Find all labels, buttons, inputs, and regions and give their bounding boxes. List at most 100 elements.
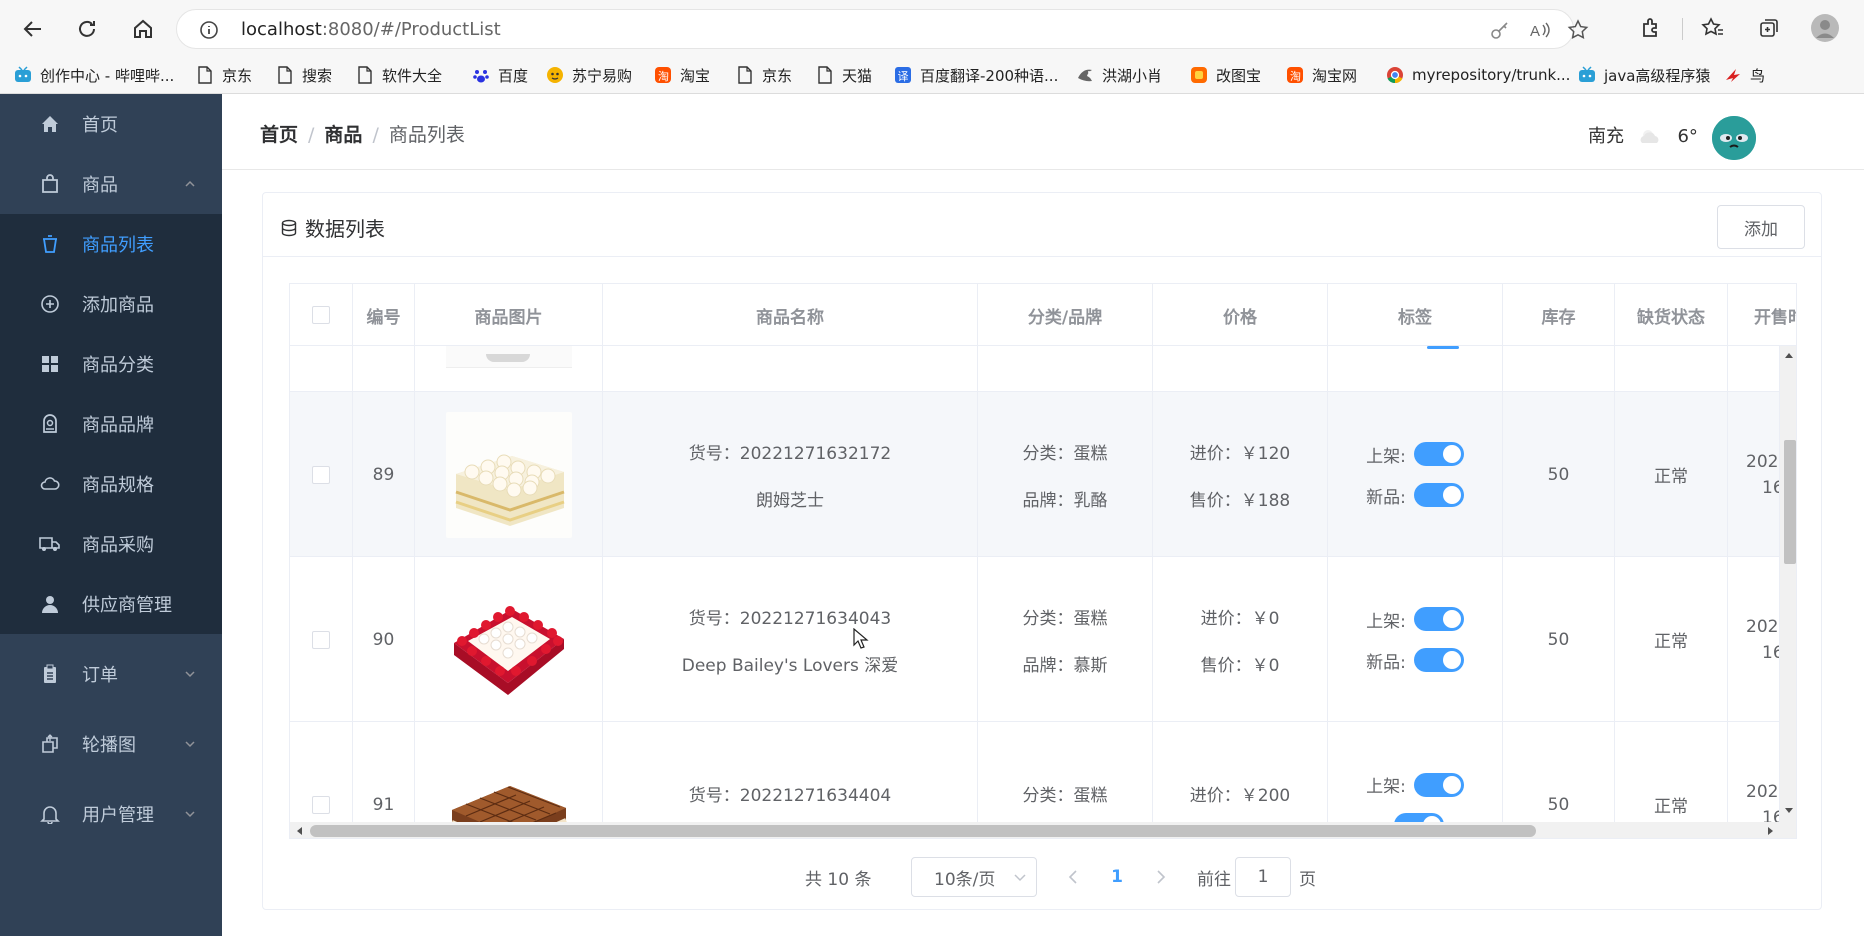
sidebar-item-add-product[interactable]: 添加商品 — [0, 274, 222, 334]
scroll-right-icon[interactable] — [1768, 827, 1774, 835]
bookmark-item[interactable]: 天猫 — [816, 62, 872, 88]
url-text[interactable]: localhost:8080/#/ProductList — [241, 19, 501, 40]
breadcrumb-product[interactable]: 商品 — [324, 124, 362, 146]
collections-button[interactable] — [1754, 13, 1784, 43]
new-switch[interactable] — [1413, 483, 1464, 507]
switch-partial[interactable] — [1427, 346, 1459, 349]
refresh-button[interactable] — [70, 12, 104, 46]
new-tag: 新品: — [1366, 483, 1464, 508]
bookmark-item[interactable]: 百度 — [472, 62, 528, 88]
bookmark-item[interactable]: 淘淘宝 — [654, 62, 710, 88]
sidebar-item-category[interactable]: 商品分类 — [0, 334, 222, 394]
sidebar-item-brand[interactable]: 商品品牌 — [0, 394, 222, 454]
page-size-select[interactable]: 10条/页 — [911, 857, 1037, 897]
vertical-scroll-thumb[interactable] — [1784, 440, 1796, 564]
product-name: Deep Bailey's Lovers 深爱 — [681, 655, 899, 676]
breadcrumb-home[interactable]: 首页 — [260, 124, 298, 146]
grid-icon — [38, 352, 62, 376]
on-shelf-switch[interactable] — [1413, 772, 1464, 797]
sidebar-item-label: 商品规格 — [82, 475, 154, 496]
sidebar-item-product-list[interactable]: 商品列表 — [0, 214, 222, 274]
page-number-current[interactable]: 1 — [1103, 857, 1131, 897]
prev-page-button[interactable] — [1059, 857, 1087, 897]
bookmark-item[interactable]: 鸟 — [1724, 62, 1765, 88]
table-row[interactable]: 90 货号：20221271634043 Deep Bailey's Lover… — [290, 557, 1780, 722]
product-image[interactable] — [445, 411, 572, 538]
sale-time-cell: 202 16 — [1728, 557, 1780, 722]
bookmark-item[interactable]: 洪湖小肖 — [1076, 62, 1162, 88]
cloud-icon — [38, 472, 62, 496]
row-checkbox[interactable] — [312, 795, 330, 814]
bookmark-item[interactable]: myrepository/trunk... — [1386, 62, 1570, 88]
sidebar-item-supplier[interactable]: 供应商管理 — [0, 574, 222, 634]
column-header[interactable]: 分类/品牌 — [978, 284, 1153, 346]
id-cell: 89 — [353, 392, 415, 557]
sidebar-item-purchase[interactable]: 商品采购 — [0, 514, 222, 574]
bookmark-label: 鸟 — [1750, 66, 1766, 85]
sidebar-item-carousel[interactable]: 轮播图 — [0, 714, 222, 774]
taobao-icon: 淘 — [1287, 67, 1303, 83]
horizontal-scroll-thumb[interactable] — [310, 825, 1536, 837]
sidebar-item-users[interactable]: 用户管理 — [0, 784, 222, 844]
avatar[interactable] — [1712, 116, 1756, 160]
sidebar-item-label: 订单 — [82, 665, 118, 686]
chevron-down-icon — [1014, 874, 1026, 882]
add-button[interactable]: 添加 — [1717, 205, 1805, 249]
key-icon[interactable] — [1489, 19, 1511, 41]
scroll-up-icon[interactable] — [1785, 352, 1793, 358]
column-header[interactable]: 商品图片 — [415, 284, 603, 346]
bilibili-icon — [1579, 66, 1595, 82]
scroll-left-icon[interactable] — [296, 827, 302, 835]
favorite-add-icon[interactable] — [1567, 19, 1589, 41]
scroll-down-icon[interactable] — [1785, 808, 1793, 814]
row-checkbox[interactable] — [312, 630, 330, 649]
goto-page-input[interactable]: 1 — [1235, 857, 1291, 897]
select-all-checkbox[interactable] — [312, 306, 330, 324]
bookmark-item[interactable]: 译百度翻译-200种语... — [894, 62, 1058, 88]
vertical-scrollbar[interactable] — [1780, 346, 1796, 838]
home-button[interactable] — [126, 12, 160, 46]
column-header[interactable]: 标签 — [1328, 284, 1503, 346]
sidebar-item-order[interactable]: 订单 — [0, 644, 222, 704]
bookmark-item[interactable]: 创作中心 - 哔哩哔... — [14, 62, 174, 88]
puzzle-icon — [1643, 18, 1657, 37]
column-header[interactable]: 库存 — [1503, 284, 1615, 346]
column-header[interactable]: 价格 — [1153, 284, 1328, 346]
column-header[interactable]: 商品名称 — [603, 284, 978, 346]
address-bar[interactable]: localhost:8080/#/ProductList A — [176, 9, 1589, 49]
next-page-button[interactable] — [1147, 857, 1175, 897]
on-shelf-switch[interactable] — [1413, 607, 1464, 631]
read-aloud-icon[interactable]: A — [1529, 19, 1551, 41]
product-image[interactable] — [445, 576, 572, 703]
column-header[interactable]: 缺货状态 — [1615, 284, 1728, 346]
bookmark-item[interactable]: 京东 — [196, 62, 252, 88]
extensions-button[interactable] — [1636, 13, 1666, 43]
database-icon — [281, 219, 297, 236]
bookmark-item[interactable]: java高级程序猿 — [1578, 62, 1710, 88]
table-cell — [1328, 346, 1503, 392]
table-row-partial — [290, 346, 1780, 392]
column-header[interactable]: 编号 — [353, 284, 415, 346]
bookmark-item[interactable]: 软件大全 — [356, 62, 442, 88]
new-switch[interactable] — [1413, 648, 1464, 672]
column-header[interactable]: 开售时 — [1728, 284, 1796, 346]
clipboard-icon — [38, 662, 62, 686]
bookmark-item[interactable]: 搜索 — [276, 62, 332, 88]
bookmark-item[interactable]: 改图宝 — [1190, 62, 1261, 88]
sku-text: 货号：20221271634404 — [688, 786, 892, 806]
sidebar-item-home[interactable]: 首页 — [0, 94, 222, 154]
row-checkbox[interactable] — [312, 465, 330, 484]
sidebar-item-product[interactable]: 商品 — [0, 154, 222, 214]
table-row[interactable]: 89 货号：20221271632172 朗姆芝士 分类：蛋糕 品牌：乳酪 进价… — [290, 392, 1780, 557]
bookmark-item[interactable]: 苏宁易购 — [546, 62, 632, 88]
bookmark-item[interactable]: 京东 — [736, 62, 792, 88]
bookmark-item[interactable]: 淘淘宝网 — [1286, 62, 1357, 88]
back-button[interactable] — [16, 12, 50, 46]
info-icon[interactable] — [199, 20, 219, 40]
profile-button[interactable] — [1810, 13, 1840, 43]
bookmark-label: 创作中心 - 哔哩哔... — [40, 66, 175, 85]
on-shelf-switch[interactable] — [1413, 442, 1464, 466]
favorites-button[interactable] — [1698, 13, 1728, 43]
sidebar-item-spec[interactable]: 商品规格 — [0, 454, 222, 514]
horizontal-scrollbar[interactable] — [290, 822, 1780, 838]
